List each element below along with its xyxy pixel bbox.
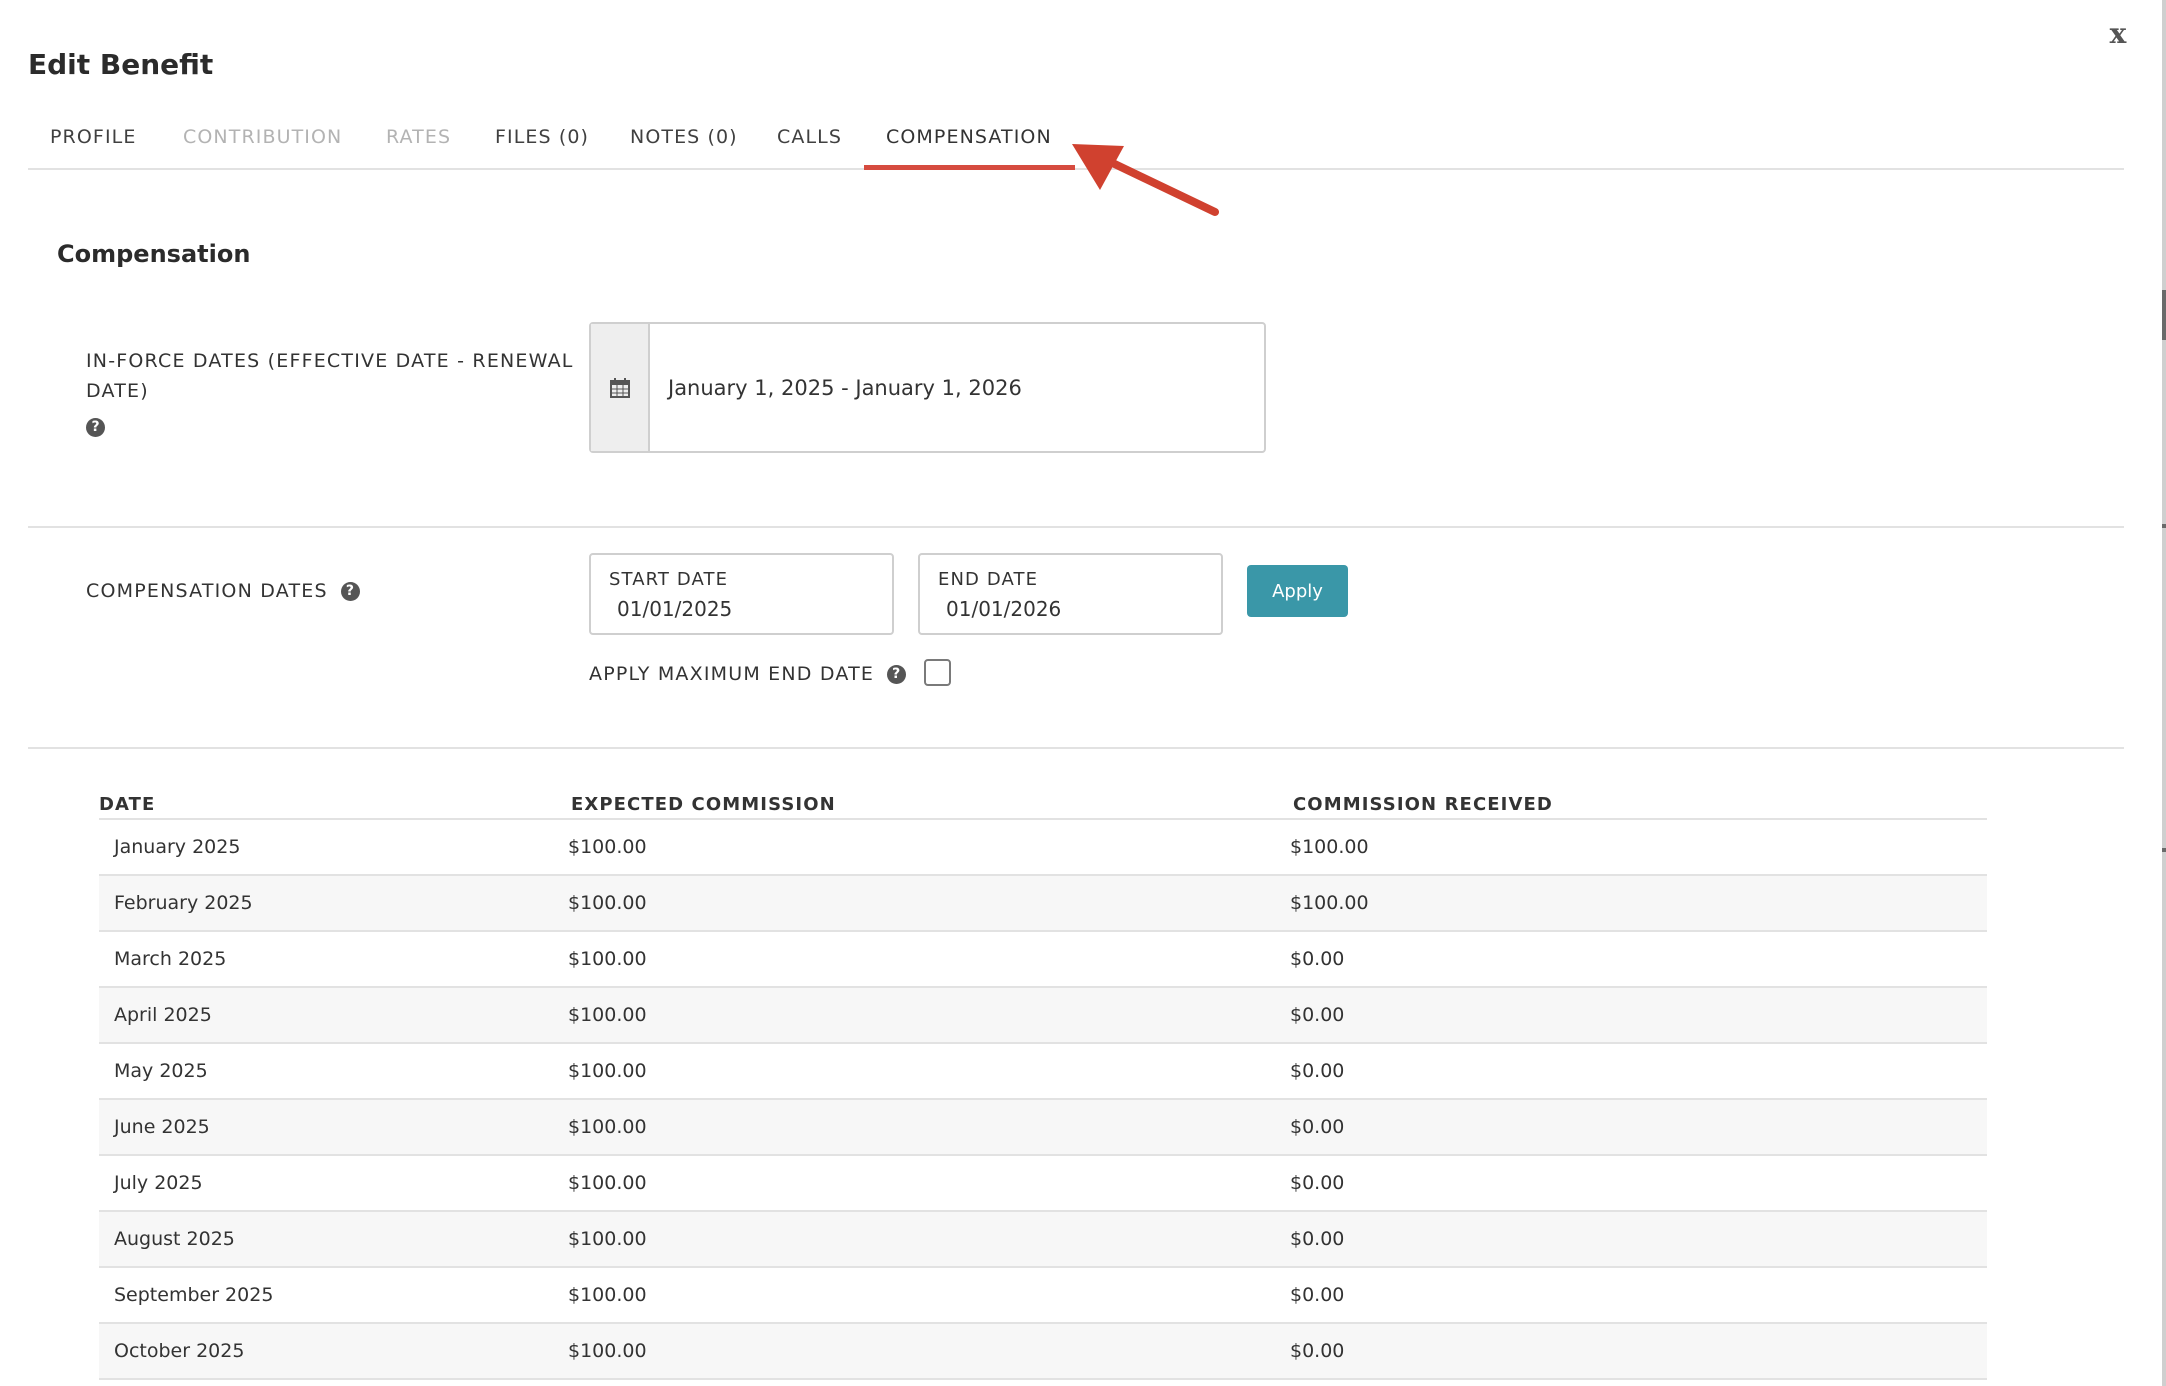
scrollbar-marker [2162, 848, 2166, 852]
cell-expected-commission: $100.00 [568, 1172, 647, 1194]
cell-commission-received: $0.00 [1290, 1284, 1345, 1306]
cell-date: April 2025 [114, 1004, 212, 1026]
cell-expected-commission: $100.00 [568, 948, 647, 970]
cell-commission-received: $0.00 [1290, 948, 1345, 970]
table-row: October 2025 $100.00 $0.00 [99, 1324, 1987, 1380]
start-date-field[interactable]: START DATE 01/01/2025 [589, 553, 894, 635]
help-icon[interactable]: ? [86, 418, 105, 437]
header-date[interactable]: DATE [99, 794, 155, 815]
end-date-field[interactable]: END DATE 01/01/2026 [918, 553, 1223, 635]
table-row: July 2025 $100.00 $0.00 [99, 1156, 1987, 1212]
compensation-dates-label-text: COMPENSATION DATES [86, 580, 328, 602]
cell-date: July 2025 [114, 1172, 203, 1194]
cell-commission-received: $0.00 [1290, 1172, 1345, 1194]
tab-calls[interactable]: CALLS [777, 126, 842, 148]
apply-button[interactable]: Apply [1247, 565, 1348, 617]
inforce-date-range-input[interactable]: January 1, 2025 - January 1, 2026 [589, 322, 1266, 453]
cell-expected-commission: $100.00 [568, 1284, 647, 1306]
inforce-date-range-value[interactable]: January 1, 2025 - January 1, 2026 [650, 324, 1264, 451]
tab-profile[interactable]: PROFILE [50, 126, 136, 148]
scrollbar-track[interactable] [2162, 0, 2166, 1386]
apply-max-end-date-label: APPLY MAXIMUM END DATE ? [589, 659, 907, 689]
cell-expected-commission: $100.00 [568, 836, 647, 858]
help-icon[interactable]: ? [340, 582, 360, 601]
end-date-label: END DATE [938, 569, 1039, 590]
inforce-dates-label: IN-FORCE DATES (EFFECTIVE DATE - RENEWAL… [86, 350, 574, 402]
table-body: January 2025 $100.00 $100.00 February 2025 $… [99, 820, 1987, 1380]
cell-expected-commission: $100.00 [568, 1004, 647, 1026]
cell-expected-commission: $100.00 [568, 892, 647, 914]
cell-commission-received: $100.00 [1290, 836, 1369, 858]
annotation-arrow-icon [1072, 144, 1219, 216]
divider [28, 526, 2124, 528]
header-expected-commission[interactable]: EXPECTED COMMISSION [571, 794, 836, 815]
tab-rates[interactable]: RATES [386, 126, 451, 148]
table-row: March 2025 $100.00 $0.00 [99, 932, 1987, 988]
cell-commission-received: $100.00 [1290, 892, 1369, 914]
cell-date: January 2025 [114, 836, 241, 858]
cell-date: August 2025 [114, 1228, 235, 1250]
cell-expected-commission: $100.00 [568, 1116, 647, 1138]
table-row: February 2025 $100.00 $100.00 [99, 876, 1987, 932]
table-row: April 2025 $100.00 $0.00 [99, 988, 1987, 1044]
table-header: DATE EXPECTED COMMISSION COMMISSION RECE… [99, 790, 1987, 820]
cell-expected-commission: $100.00 [568, 1060, 647, 1082]
cell-commission-received: $0.00 [1290, 1228, 1345, 1250]
cell-expected-commission: $100.00 [568, 1228, 647, 1250]
cell-expected-commission: $100.00 [568, 1340, 647, 1362]
section-title: Compensation [57, 240, 251, 268]
table-row: June 2025 $100.00 $0.00 [99, 1100, 1987, 1156]
end-date-value[interactable]: 01/01/2026 [946, 597, 1061, 621]
header-commission-received[interactable]: COMMISSION RECEIVED [1293, 794, 1553, 815]
start-date-label: START DATE [609, 569, 729, 590]
cell-date: September 2025 [114, 1284, 274, 1306]
modal-title: Edit Benefit [28, 48, 214, 81]
cell-date: February 2025 [114, 892, 253, 914]
table-row: September 2025 $100.00 $0.00 [99, 1268, 1987, 1324]
cell-date: May 2025 [114, 1060, 208, 1082]
cell-date: June 2025 [114, 1116, 210, 1138]
cell-commission-received: $0.00 [1290, 1004, 1345, 1026]
cell-commission-received: $0.00 [1290, 1116, 1345, 1138]
apply-max-end-date-checkbox[interactable] [924, 659, 951, 686]
commission-table: DATE EXPECTED COMMISSION COMMISSION RECE… [99, 790, 1987, 1380]
apply-max-end-date-text: APPLY MAXIMUM END DATE [589, 663, 875, 685]
active-tab-indicator [864, 165, 1075, 170]
table-row: August 2025 $100.00 $0.00 [99, 1212, 1987, 1268]
table-row: January 2025 $100.00 $100.00 [99, 820, 1987, 876]
help-icon[interactable]: ? [887, 665, 907, 684]
cell-date: March 2025 [114, 948, 227, 970]
tab-files[interactable]: FILES (0) [495, 126, 589, 148]
cell-commission-received: $0.00 [1290, 1340, 1345, 1362]
tab-notes[interactable]: NOTES (0) [630, 126, 738, 148]
start-date-value[interactable]: 01/01/2025 [617, 597, 732, 621]
tab-compensation[interactable]: COMPENSATION [886, 126, 1052, 148]
scrollbar-marker [2162, 290, 2166, 340]
close-button[interactable]: x [2104, 14, 2132, 54]
edit-benefit-modal: x Edit Benefit PROFILE CONTRIBUTION RATE… [0, 0, 2166, 1386]
scrollbar-marker [2162, 524, 2166, 528]
cell-commission-received: $0.00 [1290, 1060, 1345, 1082]
calendar-icon[interactable] [591, 324, 650, 451]
table-row: May 2025 $100.00 $0.00 [99, 1044, 1987, 1100]
divider [28, 747, 2124, 749]
tab-contribution[interactable]: CONTRIBUTION [183, 126, 342, 148]
compensation-dates-label: COMPENSATION DATES ? [86, 576, 360, 606]
cell-date: October 2025 [114, 1340, 245, 1362]
